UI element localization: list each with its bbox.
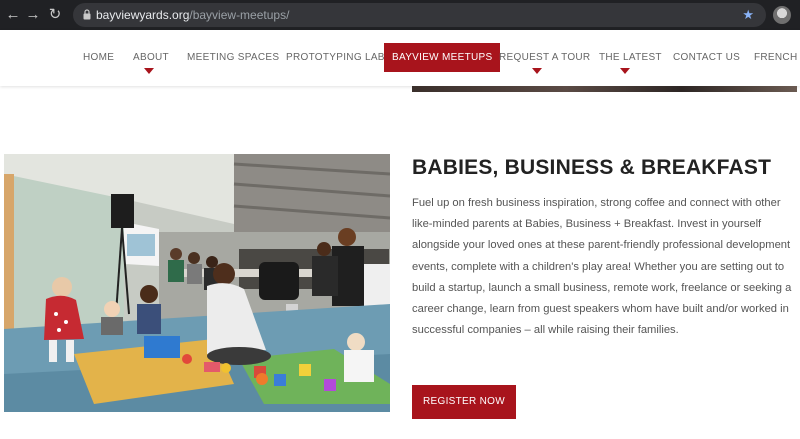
url-text[interactable]: bayviewyards.org/bayview-meetups/: [96, 3, 289, 27]
url-path: /bayview-meetups/: [189, 8, 290, 22]
reload-icon[interactable]: ↻: [45, 4, 65, 26]
nav-item-prototyping-lab[interactable]: PROTOTYPING LAB: [286, 43, 385, 72]
nav-item-bayview-meetups[interactable]: BAYVIEW MEETUPS: [384, 43, 501, 72]
event-description: Fuel up on fresh business inspiration, s…: [412, 197, 792, 337]
nav-item-home[interactable]: HOME: [83, 43, 114, 72]
address-bar[interactable]: bayviewyards.org/bayview-meetups/ ★: [73, 3, 766, 27]
arrow-left-icon[interactable]: ←: [3, 4, 23, 26]
star-icon[interactable]: ★: [742, 3, 754, 27]
main-nav: HOME ABOUT MEETING SPACES PROTOTYPING LA…: [0, 30, 800, 86]
chevron-down-icon[interactable]: [532, 68, 542, 74]
nav-item-the-latest[interactable]: THE LATEST: [599, 43, 662, 72]
chevron-down-icon[interactable]: [144, 68, 154, 74]
lock-icon: [83, 9, 91, 20]
event-photo: [4, 154, 390, 412]
url-host: bayviewyards.org: [96, 8, 190, 22]
previous-section-image: [412, 86, 797, 92]
nav-item-meeting-spaces[interactable]: MEETING SPACES: [187, 43, 279, 72]
register-now-button[interactable]: REGISTER NOW: [412, 385, 516, 419]
site-header: HOME ABOUT MEETING SPACES PROTOTYPING LA…: [0, 30, 800, 86]
nav-item-french[interactable]: FRENCH: [754, 43, 797, 72]
nav-item-request-a-tour[interactable]: REQUEST A TOUR: [499, 43, 590, 72]
nav-item-contact-us[interactable]: CONTACT US: [673, 43, 740, 72]
profile-avatar[interactable]: [773, 6, 791, 24]
event-title: BABIES, BUSINESS & BREAKFAST: [412, 156, 772, 179]
chevron-down-icon[interactable]: [620, 68, 630, 74]
browser-toolbar: ← → ↻ bayviewyards.org/bayview-meetups/ …: [0, 0, 800, 30]
arrow-right-icon[interactable]: →: [23, 4, 43, 26]
